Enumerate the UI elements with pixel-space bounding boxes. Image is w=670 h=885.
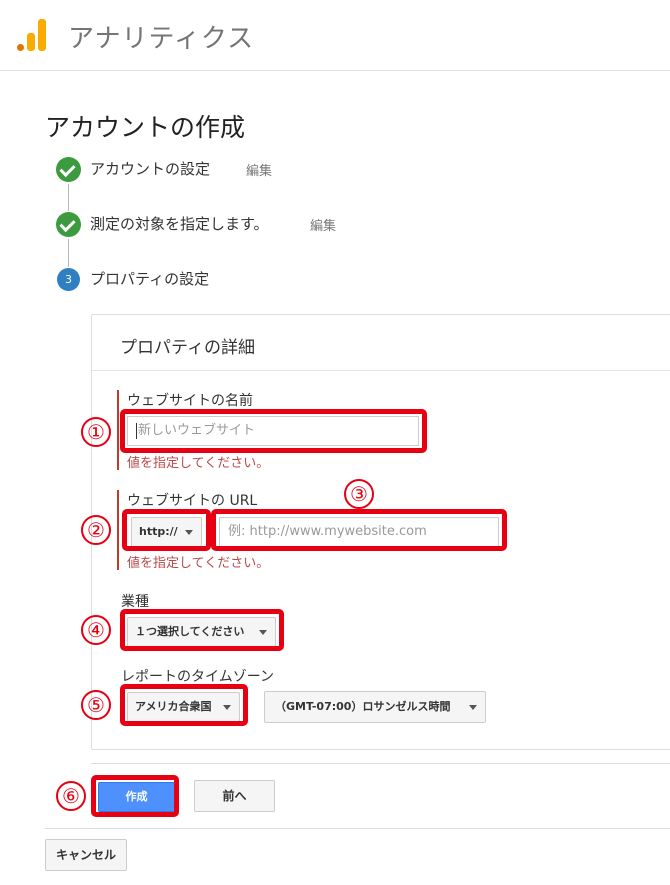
website-name-label: ウェブサイトの名前 <box>127 393 253 409</box>
industry-label: 業種 <box>121 594 149 610</box>
step-label: アカウントの設定 <box>90 160 211 178</box>
edit-link[interactable]: 編集 <box>246 160 272 179</box>
annotation-number: ③ <box>344 479 374 509</box>
highlight-create <box>91 775 179 817</box>
step-connector <box>68 239 69 267</box>
website-name-error: 値を指定してください。 <box>127 456 270 471</box>
highlight-industry <box>120 609 284 651</box>
annotation-number: ② <box>81 515 111 545</box>
card-title: プロパティの詳細 <box>120 338 255 358</box>
annotation-number: ① <box>81 417 111 447</box>
check-circle-icon <box>56 212 81 237</box>
timezone-zone-dropdown[interactable]: （GMT-07:00）ロサンゼルス時間 <box>264 691 486 723</box>
cancel-button[interactable]: キャンセル <box>45 839 127 871</box>
chevron-down-icon <box>469 705 477 710</box>
website-url-label: ウェブサイトの URL <box>127 493 258 509</box>
annotation-number: ⑥ <box>56 781 86 811</box>
step-number-badge: 3 <box>57 268 80 291</box>
app-header: アナリティクス <box>0 0 670 71</box>
timezone-zone-value: （GMT-07:00）ロサンゼルス時間 <box>275 700 451 713</box>
analytics-bar-chart-icon[interactable] <box>17 19 47 51</box>
timezone-label: レポートのタイムゾーン <box>121 669 275 685</box>
app-title: アナリティクス <box>68 24 255 54</box>
step-label: 測定の対象を指定します。 <box>90 215 269 233</box>
step-property-settings: 3 プロパティの設定 <box>56 267 276 293</box>
highlight-website-name <box>120 409 427 453</box>
divider <box>91 763 670 764</box>
error-indicator <box>117 390 119 470</box>
step-measurement-target: 測定の対象を指定します。 編集 <box>56 212 376 238</box>
step-connector <box>68 184 69 211</box>
website-url-error: 値を指定してください。 <box>127 556 270 571</box>
highlight-protocol <box>122 509 211 551</box>
card-divider <box>92 370 670 371</box>
edit-link[interactable]: 編集 <box>310 215 336 234</box>
annotation-number: ⑤ <box>81 690 111 720</box>
back-button[interactable]: 前へ <box>194 780 275 812</box>
step-account-settings: アカウントの設定 編集 <box>56 157 356 183</box>
highlight-timezone-country <box>120 684 248 726</box>
divider <box>45 828 670 829</box>
error-indicator <box>117 490 119 570</box>
page-title: アカウントの作成 <box>45 113 246 142</box>
annotation-number: ④ <box>81 615 111 645</box>
highlight-url <box>211 509 507 551</box>
check-circle-icon <box>56 157 81 182</box>
step-label: プロパティの設定 <box>90 270 210 288</box>
